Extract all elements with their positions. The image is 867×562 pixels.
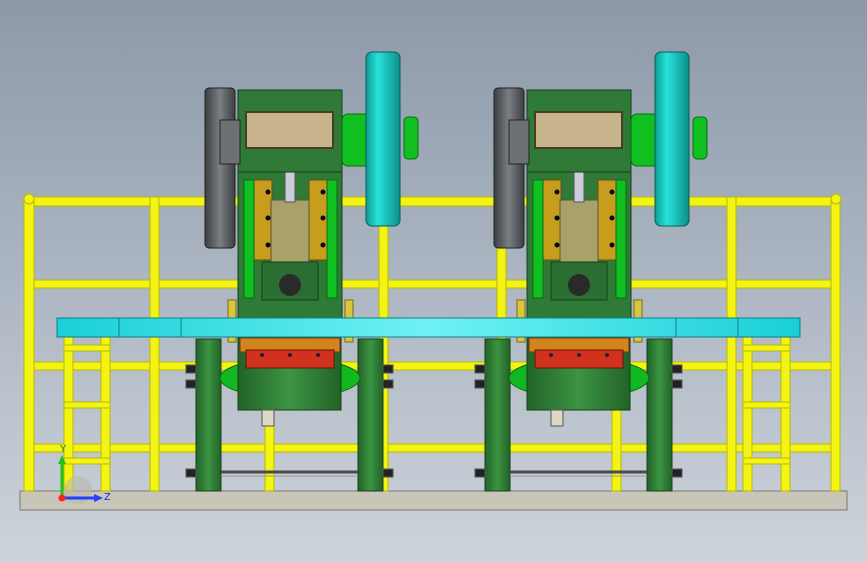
cad-viewport[interactable]: Y Z [0, 0, 867, 562]
axis-y-label: Y [59, 444, 67, 455]
press-2-flywheel[interactable] [654, 51, 690, 227]
press-2-left-leg[interactable] [484, 338, 511, 492]
axis-z-label: Z [104, 492, 111, 503]
press-1-left-leg[interactable] [195, 338, 222, 492]
right-stand[interactable] [742, 335, 791, 492]
press-line-model[interactable]: Y Z [0, 0, 867, 562]
press-1-lower-die[interactable] [245, 349, 335, 369]
press-2-brake-wheel[interactable] [493, 87, 525, 249]
press-1-flywheel[interactable] [365, 51, 401, 227]
press-2[interactable] [474, 51, 708, 492]
press-2-right-leg[interactable] [646, 338, 673, 492]
left-stand[interactable] [63, 335, 111, 492]
press-1-ram[interactable] [270, 199, 310, 263]
press-1-brake-wheel[interactable] [204, 87, 236, 249]
press-1-right-leg[interactable] [357, 338, 384, 492]
press-2-lower-die[interactable] [534, 349, 624, 369]
feed-table[interactable] [56, 317, 801, 338]
press-2-ram[interactable] [559, 199, 599, 263]
base-plate[interactable] [19, 490, 848, 511]
safety-railing[interactable] [23, 193, 842, 492]
